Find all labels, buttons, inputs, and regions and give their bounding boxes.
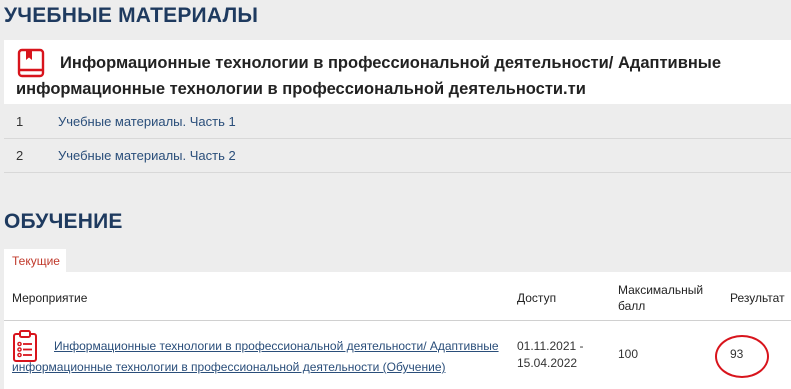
course-title: Информационные технологии в профессионал…: [16, 54, 722, 98]
material-number: 2: [16, 148, 24, 163]
material-link-part-2[interactable]: Учебные материалы. Часть 2: [58, 148, 236, 163]
header-access: Доступ: [517, 291, 557, 305]
result-highlight-circle: [715, 335, 769, 378]
event-link[interactable]: Информационные технологии в профессионал…: [12, 336, 512, 378]
course-card: Информационные технологии в профессионал…: [4, 40, 791, 104]
table-divider: [4, 320, 791, 321]
tab-current[interactable]: Текущие: [4, 249, 66, 272]
material-link-part-1[interactable]: Учебные материалы. Часть 1: [58, 114, 236, 129]
access-dates: 01.11.2021 - 15.04.2022: [517, 339, 584, 370]
materials-section-title: УЧЕБНЫЕ МАТЕРИАЛЫ: [4, 4, 259, 27]
training-table: Мероприятие Доступ Максимальный балл Рез…: [4, 272, 791, 389]
material-row: 1 Учебные материалы. Часть 1: [4, 105, 791, 139]
max-score-value: 100: [618, 347, 639, 361]
material-row: 2 Учебные материалы. Часть 2: [4, 139, 791, 173]
header-result: Результат: [730, 291, 785, 305]
header-max-score: Максимальный балл: [618, 283, 704, 313]
material-number: 1: [16, 114, 24, 129]
training-section-title: ОБУЧЕНИЕ: [4, 210, 123, 233]
header-event: Мероприятие: [12, 291, 88, 305]
